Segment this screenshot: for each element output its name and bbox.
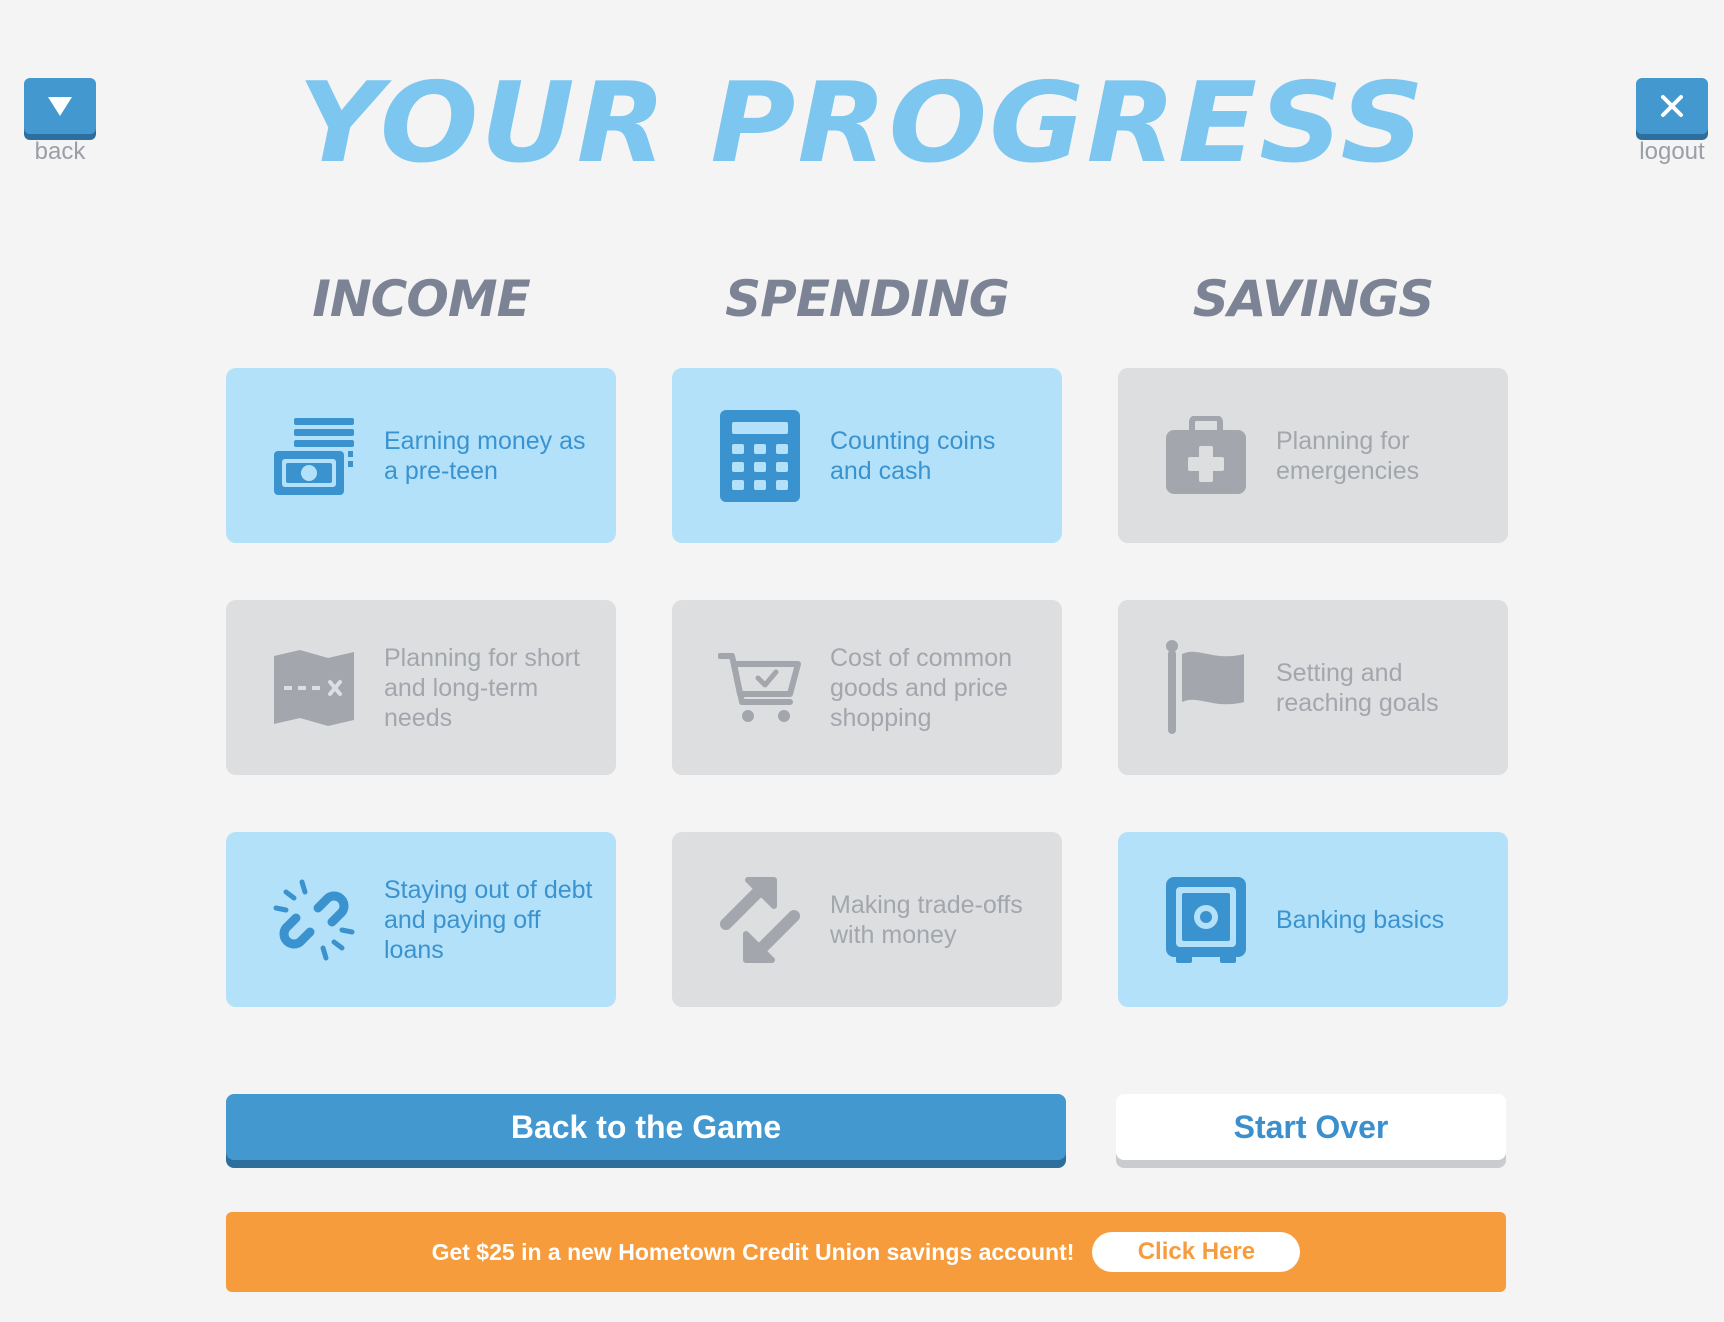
topic-label: Counting coins and cash (830, 426, 996, 485)
topic-card-planning-emergencies[interactable]: Planning for emergencies (1118, 368, 1508, 543)
topic-label: Planning for short and long-term needs (384, 643, 580, 732)
safe-icon (1156, 870, 1256, 970)
swap-arrows-icon (710, 870, 810, 970)
column-heading-savings: SAVINGS (1192, 270, 1435, 328)
column-heading-income: INCOME (312, 270, 531, 328)
topic-card-earning-money[interactable]: Earning money as a pre-teen (226, 368, 616, 543)
topic-label: Staying out of debt and paying off loans (384, 875, 593, 964)
topic-card-banking-basics[interactable]: Banking basics (1118, 832, 1508, 1007)
money-stack-icon (264, 406, 364, 506)
shopping-cart-icon (710, 638, 810, 738)
topic-label: Making trade-offs with money (830, 890, 1023, 949)
calculator-icon (710, 406, 810, 506)
topic-card-trade-offs[interactable]: Making trade-offs with money (672, 832, 1062, 1007)
promo-text: Get $25 in a new Hometown Credit Union s… (431, 1238, 1075, 1265)
topic-card-price-shopping[interactable]: Cost of common goods and price shopping (672, 600, 1062, 775)
topic-label: Setting and reaching goals (1276, 658, 1439, 717)
topic-card-setting-goals[interactable]: Setting and reaching goals (1118, 600, 1508, 775)
topic-label: Planning for emergencies (1276, 426, 1420, 485)
topic-label: Earning money as a pre-teen (384, 426, 586, 485)
promo-banner: Get $25 in a new Hometown Credit Union s… (226, 1212, 1506, 1292)
start-over-button[interactable]: Start Over (1116, 1094, 1506, 1160)
topic-card-staying-out-of-debt[interactable]: Staying out of debt and paying off loans (226, 832, 616, 1007)
topic-card-counting-coins[interactable]: Counting coins and cash (672, 368, 1062, 543)
map-icon (264, 638, 364, 738)
click-here-button[interactable]: Click Here (1092, 1232, 1301, 1272)
page-title: YOUR PROGRESS (297, 59, 1427, 188)
first-aid-kit-icon (1156, 406, 1256, 506)
column-heading-spending: SPENDING (725, 270, 1010, 328)
broken-link-icon (264, 870, 364, 970)
topic-card-planning-needs[interactable]: Planning for short and long-term needs (226, 600, 616, 775)
topic-label: Cost of common goods and price shopping (830, 643, 1013, 732)
topic-label: Banking basics (1276, 905, 1445, 934)
back-to-game-button[interactable]: Back to the Game (226, 1094, 1066, 1160)
flag-icon (1156, 638, 1256, 738)
